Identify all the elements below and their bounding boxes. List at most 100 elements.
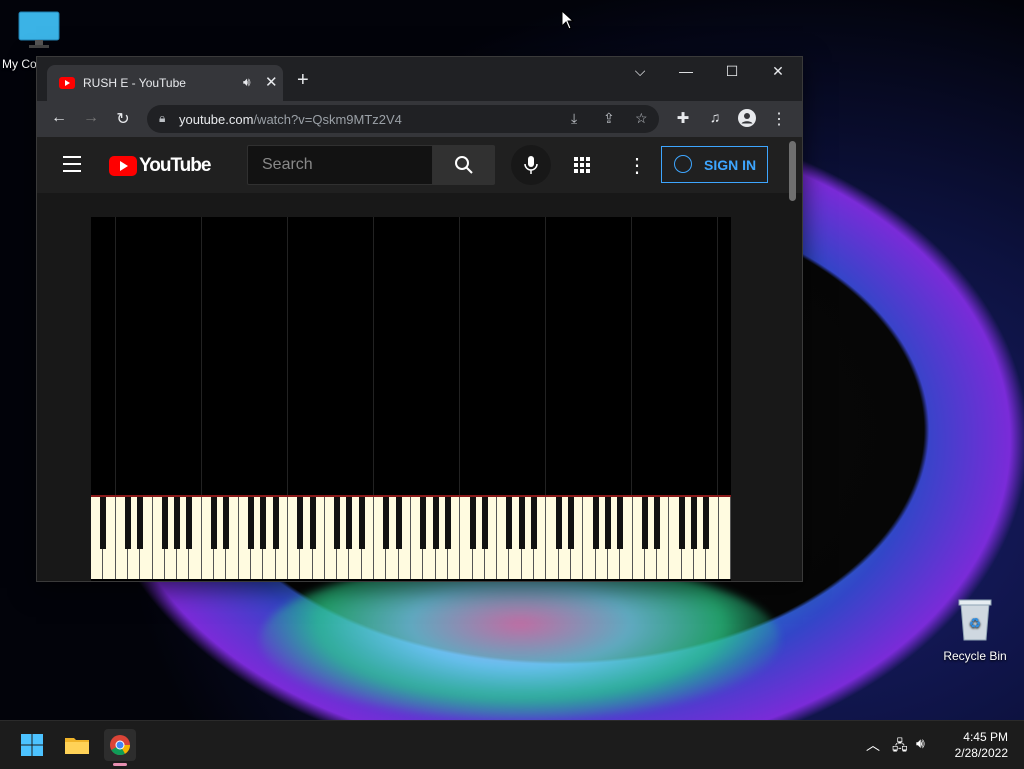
video-player[interactable]	[91, 217, 731, 581]
piano-black-key	[617, 497, 624, 549]
file-explorer-icon[interactable]	[61, 729, 93, 761]
piano-black-key	[124, 497, 131, 549]
piano-black-key	[469, 497, 476, 549]
piano-black-key	[260, 497, 267, 549]
piano-black-key	[654, 497, 661, 549]
piano-black-key	[174, 497, 181, 549]
piano-black-key	[100, 497, 107, 549]
recycle-bin-icon: ♻	[940, 598, 1010, 645]
svg-text:♻: ♻	[969, 615, 982, 631]
piano-black-key	[248, 497, 254, 549]
start-icon[interactable]	[16, 729, 48, 761]
speaker-icon[interactable]: 🔊︎	[243, 75, 251, 90]
piano-black-key	[641, 497, 648, 549]
taskbar: ︿ 🖧︎ 🔊︎ 4:45 PM 2/28/2022	[0, 720, 1024, 769]
video-grid-line	[459, 217, 460, 495]
share-icon[interactable]: ⇪	[603, 110, 615, 127]
reload-icon[interactable]: ↻	[113, 109, 133, 129]
desktop-icon-recycle-bin[interactable]: ♻ Recycle Bin	[940, 598, 1010, 663]
piano-keyboard	[91, 495, 731, 579]
piano-black-key	[297, 497, 304, 549]
address-bar[interactable]: 🔒︎ youtube.com/watch?v=Qskm9MTz2V4 ⤓ ⇪ ☆	[147, 105, 659, 133]
tab-strip: RUSH E - YouTube 🔊︎ ✕ + ⌵ — ☐ ✕	[37, 57, 802, 101]
youtube-wordmark: YouTube	[139, 155, 211, 176]
youtube-logo[interactable]: YouTube	[109, 155, 211, 177]
bookmark-star-icon[interactable]: ☆	[635, 110, 648, 127]
piano-black-key	[568, 497, 574, 549]
volume-icon[interactable]: 🔊︎	[916, 735, 925, 752]
mouse-cursor-icon	[561, 9, 575, 35]
tab-title: RUSH E - YouTube	[83, 76, 186, 90]
url-text[interactable]: youtube.com/watch?v=Qskm9MTz2V4	[179, 112, 402, 127]
forward-arrow-icon[interactable]: →	[81, 109, 101, 127]
page-scrollbar[interactable]	[789, 141, 796, 201]
chrome-menu-icon[interactable]: ⋮	[769, 109, 789, 129]
youtube-favicon-icon	[59, 77, 75, 89]
minimize-button[interactable]: —	[663, 63, 709, 79]
network-icon[interactable]: 🖧︎	[892, 735, 908, 759]
video-grid-line	[545, 217, 546, 495]
piano-black-key	[518, 497, 525, 549]
piano-black-key	[444, 497, 451, 549]
piano-black-key	[223, 497, 230, 549]
piano-black-key	[531, 497, 538, 549]
chrome-icon[interactable]	[104, 729, 136, 766]
piano-black-key	[691, 497, 698, 549]
new-tab-button[interactable]: +	[297, 69, 309, 92]
tab-search-dropdown-icon[interactable]: ⌵	[617, 63, 663, 80]
maximize-button[interactable]: ☐	[709, 63, 755, 80]
clock-time: 4:45 PM	[963, 730, 1008, 744]
voice-search-button[interactable]	[511, 145, 551, 185]
search-input[interactable]	[260, 155, 414, 175]
search-icon	[455, 156, 473, 174]
video-grid-line	[717, 217, 718, 495]
piano-black-key	[555, 497, 562, 549]
piano-black-key	[272, 497, 279, 549]
piano-black-key	[678, 497, 685, 549]
account-circle-icon	[674, 155, 692, 173]
video-grid-line	[201, 217, 202, 495]
piano-black-key	[309, 497, 316, 549]
monitor-icon	[4, 10, 74, 53]
lock-icon[interactable]: 🔒︎	[159, 111, 165, 126]
piano-white-key	[719, 497, 731, 579]
tab-close-icon[interactable]: ✕	[265, 73, 278, 91]
piano-black-key	[703, 497, 710, 549]
apps-grid-icon[interactable]	[573, 156, 591, 179]
piano-black-key	[334, 497, 341, 549]
browser-toolbar: ← → ↻ 🔒︎ youtube.com/watch?v=Qskm9MTz2V4…	[37, 101, 802, 137]
piano-black-key	[481, 497, 488, 549]
piano-black-key	[420, 497, 427, 549]
piano-black-key	[346, 497, 353, 549]
piano-black-key	[432, 497, 439, 549]
chevron-up-icon[interactable]: ︿	[866, 735, 880, 755]
piano-black-key	[186, 497, 193, 549]
install-app-icon[interactable]: ⤓	[571, 110, 577, 127]
video-grid-line	[373, 217, 374, 495]
clock[interactable]: 4:45 PM 2/28/2022	[938, 729, 1008, 761]
settings-more-icon[interactable]: ⋮	[627, 153, 647, 178]
close-window-button[interactable]: ✕	[755, 63, 801, 80]
piano-black-key	[506, 497, 513, 549]
youtube-play-icon	[109, 156, 137, 176]
profile-icon[interactable]	[737, 109, 757, 132]
extensions-icon[interactable]: ✚	[673, 109, 693, 127]
media-control-icon[interactable]: ♫	[705, 109, 725, 125]
piano-black-key	[383, 497, 390, 549]
piano-black-key	[395, 497, 402, 549]
piano-black-key	[604, 497, 611, 549]
piano-black-key	[592, 497, 599, 549]
piano-black-key	[358, 497, 365, 549]
youtube-page: YouTube ⋮ SIGN IN	[37, 137, 802, 581]
hamburger-menu-icon[interactable]	[63, 156, 81, 177]
back-arrow-icon[interactable]: ←	[49, 109, 69, 127]
microphone-icon	[524, 156, 538, 174]
tab-youtube[interactable]: RUSH E - YouTube 🔊︎ ✕	[47, 65, 283, 101]
sign-in-button[interactable]: SIGN IN	[661, 146, 768, 183]
video-grid-line	[631, 217, 632, 495]
search-button[interactable]	[433, 145, 495, 185]
youtube-header: YouTube ⋮ SIGN IN	[37, 137, 802, 193]
piano-black-key	[211, 497, 218, 549]
browser-window: RUSH E - YouTube 🔊︎ ✕ + ⌵ — ☐ ✕ ← → ↻ 🔒︎…	[36, 56, 803, 582]
clock-date: 2/28/2022	[954, 746, 1008, 760]
